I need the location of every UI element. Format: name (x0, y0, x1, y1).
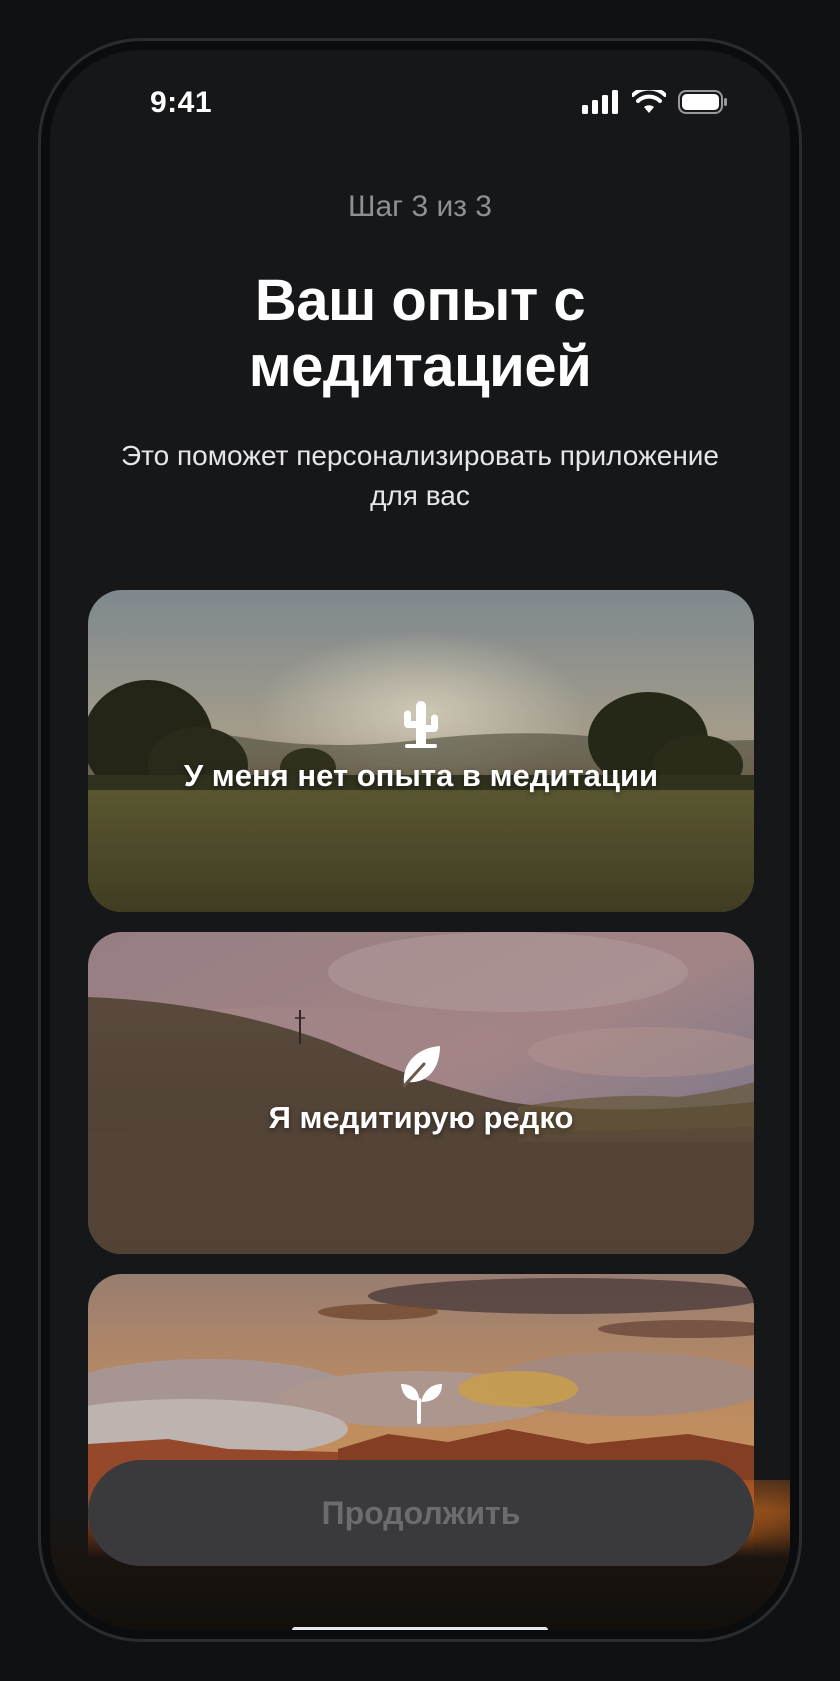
sprout-icon (401, 1384, 442, 1424)
page-subtitle: Это поможет персонализировать приложение… (90, 436, 750, 516)
continue-button[interactable]: Продолжить (88, 1460, 754, 1566)
step-indicator: Шаг 3 из 3 (347, 190, 492, 223)
title-line: медитацией (248, 334, 592, 399)
onboarding-screen: 9:41 Шаг 3 из 3 Ваш опыт с медитацией Эт… (50, 50, 790, 1630)
home-indicator (292, 1627, 548, 1630)
wifi-icon (632, 90, 666, 113)
option-label: У меня нет опыта в медитации (183, 758, 659, 793)
title-line: Ваш опыт с (254, 268, 586, 333)
card-overlay (88, 932, 754, 1254)
status-time: 9:41 (150, 86, 213, 119)
battery-icon (678, 90, 727, 114)
leaf-icon (402, 1046, 440, 1088)
status-bar: 9:41 (50, 50, 790, 160)
signal-icon (582, 90, 618, 114)
subtitle-line: Это поможет персонализировать приложение (120, 440, 719, 471)
option-card-rarely[interactable]: Я медитирую редко (88, 932, 754, 1254)
option-label: Я медитирую редко (268, 1100, 574, 1135)
status-icons (582, 90, 728, 114)
cactus-icon (404, 701, 438, 748)
option-card-no-experience[interactable]: У меня нет опыта в медитации (88, 590, 754, 912)
subtitle-line: для вас (370, 480, 470, 511)
page-title: Ваш опыт с медитацией (50, 268, 790, 400)
card-overlay (88, 590, 754, 912)
